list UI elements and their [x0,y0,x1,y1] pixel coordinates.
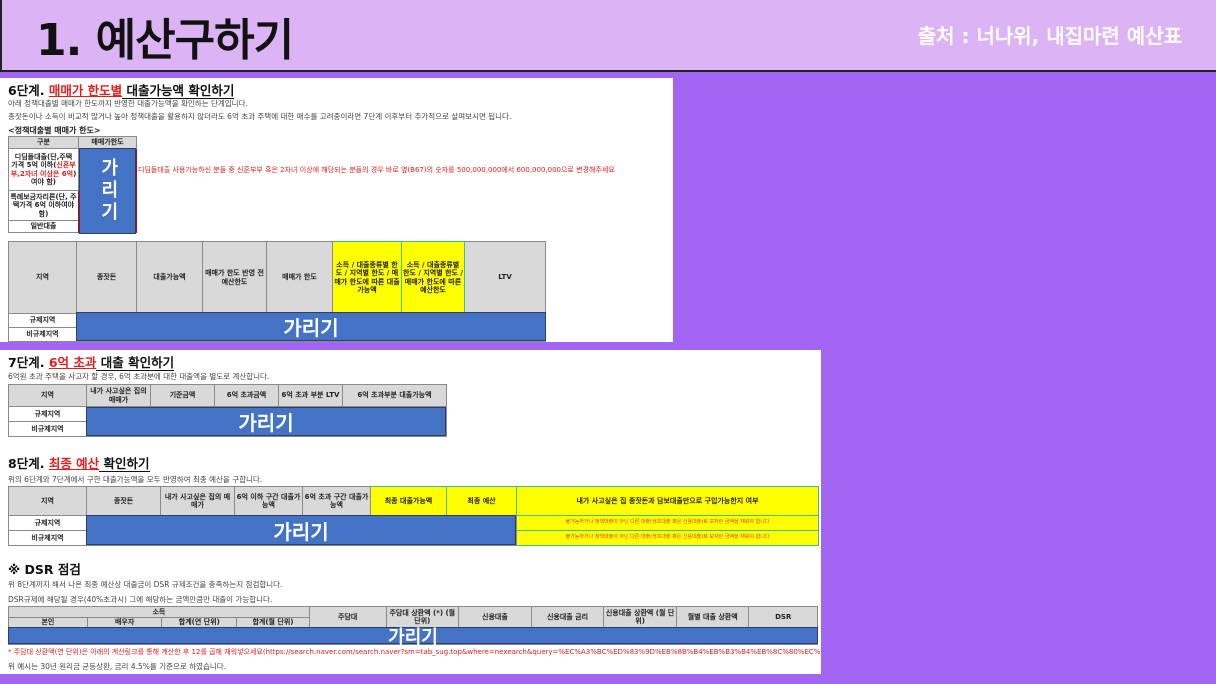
step6-subheading: <정책대출별 매매가 한도> [8,126,101,135]
dsr-footnote: 위 예시는 30년 원리금 균등상환, 금리 4.5%를 기준으로 하였습니다. [8,662,227,671]
col-header: 종잣돈 [76,241,137,314]
row-label: 비규제지역 [8,530,87,546]
col-header: 합계(연 단위) [161,617,238,628]
col-header: 신용대출 금리 [530,606,605,628]
hidden-cover: 가리기 [86,515,516,545]
col-header: 구분 [8,136,79,149]
hidden-cover: 가리기 [76,312,546,341]
col-header: 지역 [8,241,77,314]
col-header: 매매가한도 [78,136,137,149]
dsr-footnote-link: * 주담대 상환액(연 단위)은 아래의 계산링크를 통해 계산한 후 12를 … [8,648,821,656]
col-header: 합계(월 단위) [236,617,310,628]
row-label: 비규제지역 [8,327,77,342]
col-header: LTV [464,241,546,314]
step7-desc: 6억원 초과 주택을 사고자 할 경우, 6억 초과분에 대한 대출액을 별도로… [8,372,270,381]
step6-red-note: 디딤돌대출 사용가능하신 분들 중 신혼부부 혹은 2자녀 이상에 해당되는 분… [138,166,615,174]
hidden-cover: 가리기 [79,148,136,234]
col-header: 주담대 [308,606,387,628]
dsr-desc1: 위 8단계까지 해서 나온 최종 예산상 대출금이 DSR 규제조건을 충족하는… [8,580,283,589]
col-header: 최종 예산 [446,486,517,516]
col-header: 매매가 한도 반영 전 예산한도 [202,241,267,314]
col-header: 본인 [8,617,88,628]
policy-row-didimdol: 디딤돌대출(단,주택 가격 5억 이하(신혼부부,2자녀 이상은 6억)여야 함) [8,148,79,191]
row-label: 규제지역 [8,515,87,531]
col-header: 6억 초과부분 대출가능액 [342,384,447,407]
col-header: 소득 / 대출종류별 한도 / 지역별 한도 / 매매가 한도에 따른 대출가능… [332,241,402,314]
hidden-cover: 가리기 [8,627,818,648]
col-header: DSR [748,606,818,628]
col-header: 내가 사고싶은 집 종잣돈과 담보대출만으로 구입가능한지 여부 [516,486,819,516]
col-header: 대출가능액 [136,241,203,314]
col-header: 매매가 한도 [266,241,333,314]
row-label: 규제지역 [8,313,77,328]
step6-panel: 6단계. 매매가 한도별 대출가능액 확인하기 아래 정책대출별 매매가 한도까… [0,78,673,342]
col-header: 소득 [8,606,310,618]
policy-row-special: 특례보금자리론(단, 주택가격 6억 이하여야 함) [8,190,79,221]
row-label: 비규제지역 [8,421,87,437]
source-credit: 출처 : 너나위, 내집마련 예산표 [917,24,1182,48]
slide-header: 1. 예산구하기 출처 : 너나위, 내집마련 예산표 [0,0,1216,72]
col-header: 6억 초과 부분 LTV [278,384,343,407]
col-header: 6억 이하 구간 대출가능액 [234,486,303,516]
col-header: 지역 [8,384,87,407]
col-header: 종잣돈 [86,486,161,516]
col-header: 6억 초과 구간 대출가능액 [302,486,371,516]
step7-8-panel: 7단계. 6억 초과 대출 확인하기 6억원 초과 주택을 사고자 할 경우, … [0,350,821,674]
step8-desc: 위의 6단계와 7단계에서 구한 대출가능액을 모두 반영하여 최종 예산을 구… [8,475,263,484]
col-header: 기준금액 [150,384,215,407]
col-header: 월별 대출 상환액 [675,606,750,628]
col-header: 6억 초과금액 [214,384,279,407]
slide-title: 1. 예산구하기 [36,15,294,66]
col-header: 최종 대출가능액 [370,486,447,516]
step8-heading: 8단계. 최종 예산 확인하기 [8,456,150,472]
col-header: 신용대출 상환액 (월 단위) [603,606,677,628]
dsr-desc2: DSR규제에 해당될 경우(40%초과시) 그에 해당하는 금액만큼만 대출이 … [8,595,273,604]
step6-desc1: 아래 정책대출별 매매가 한도까지 반영한 대출가능액을 확인하는 단계입니다. [8,99,248,108]
dsr-heading: ※ DSR 점검 [8,562,81,577]
hidden-cover: 가리기 [86,407,446,436]
step7-heading: 7단계. 6억 초과 대출 확인하기 [8,355,175,371]
step6-desc2: 종잣돈이나 소득이 비교적 많거나 높아 정책대출을 활용하지 않더라도 6억 … [8,112,512,121]
col-header: 신용대출 [458,606,532,628]
col-header: 지역 [8,486,87,516]
row-label: 규제지역 [8,406,87,422]
col-header: 소득 / 대출종류별 한도 / 지역별 한도 / 매매가 한도에 따른 예산한도 [401,241,465,314]
col-header: 내가 사고싶은 집의 매매가 [86,384,151,407]
result-cell: 불가능하거나 정책대출이 아닌 다른 대출(생초대출 혹은 신용대출)로 모자란… [516,530,819,546]
col-header: 내가 사고싶은 집의 매매가 [160,486,235,516]
result-cell: 불가능하거나 정책대출이 아닌 다른 대출(생초대출 혹은 신용대출)로 모자란… [516,515,819,531]
col-header: 배우자 [86,617,163,628]
policy-row-general: 일반대출 [8,220,79,233]
step6-heading: 6단계. 매매가 한도별 대출가능액 확인하기 [8,83,235,99]
